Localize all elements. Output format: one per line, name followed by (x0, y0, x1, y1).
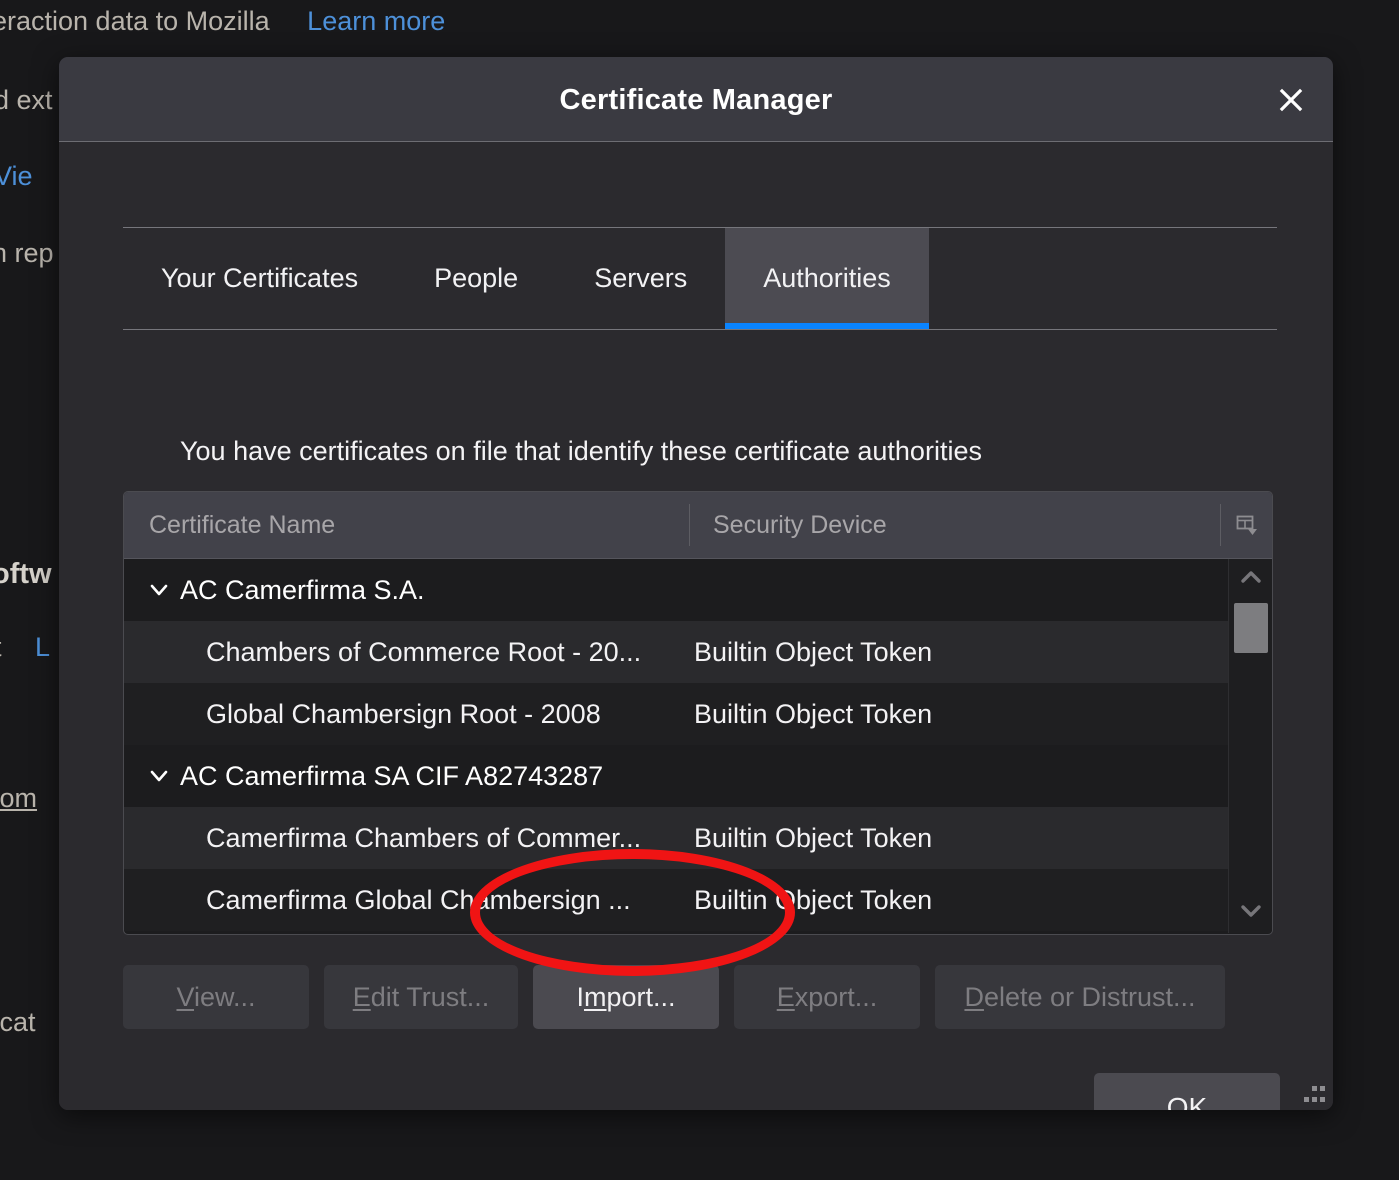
column-header-certificate-name[interactable]: Certificate Name (124, 504, 690, 546)
action-button-row: View... Edit Trust... Import... Export..… (123, 965, 1273, 1029)
tab-servers[interactable]: Servers (556, 228, 725, 329)
table-row[interactable]: Camerfirma Global Chambersign ... Builti… (124, 869, 1272, 931)
cell-certificate-name: Global Chambersign Root - 2008 (206, 698, 601, 729)
page-title: Certificate Manager (559, 84, 833, 116)
export-button[interactable]: Export... (734, 965, 920, 1029)
list-scrollbar[interactable] (1228, 559, 1272, 933)
tabstrip: Your Certificates People Servers Authori… (123, 227, 1277, 330)
table-row[interactable]: Camerfirma Chambers of Commer... Builtin… (124, 807, 1272, 869)
table-rows: AC Camerfirma S.A. Chambers of Commerce … (124, 559, 1272, 933)
column-header-security-device[interactable]: Security Device (690, 504, 1220, 546)
dialog-body: Your Certificates People Servers Authori… (59, 142, 1333, 1110)
cell-certificate-name: Camerfirma Chambers of Commer... (206, 822, 642, 853)
edit-trust-button[interactable]: Edit Trust... (324, 965, 518, 1029)
cell-security-device: Builtin Object Token (694, 636, 933, 667)
close-button[interactable] (1269, 78, 1313, 122)
cell-certificate-name: Chambers of Commerce Root - 20... (206, 636, 642, 667)
bg-text-extensions: d ext (0, 85, 53, 115)
tab-your-certificates[interactable]: Your Certificates (123, 228, 396, 329)
close-icon (1278, 87, 1304, 113)
delete-or-distrust-button[interactable]: Delete or Distrust... (935, 965, 1225, 1029)
import-button[interactable]: Import... (533, 965, 719, 1029)
ok-button[interactable]: OK (1094, 1073, 1280, 1110)
table-row[interactable]: AC Camerfirma S.A. (124, 559, 1272, 621)
group-name: AC Camerfirma SA CIF A82743287 (180, 760, 604, 791)
scroll-up-button[interactable] (1229, 559, 1272, 599)
certificate-tree: Certificate Name Security Device AC Came… (123, 491, 1273, 935)
scroll-down-button[interactable] (1229, 893, 1272, 933)
chevron-down-icon[interactable] (142, 765, 176, 787)
chevron-up-icon (1240, 569, 1262, 590)
dialog-titlebar: Certificate Manager (59, 57, 1333, 142)
learn-more-link[interactable]: Learn more (307, 6, 445, 36)
table-row[interactable]: AC Camerfirma SA CIF A82743287 (124, 745, 1272, 807)
table-row[interactable]: Chambers of Commerce Root - 20... Builti… (124, 621, 1272, 683)
bg-link-learn[interactable]: L (35, 632, 50, 662)
bg-link-view[interactable]: Vie (0, 161, 33, 192)
table-row[interactable]: Global Chambersign Root - 2008 Builtin O… (124, 683, 1272, 745)
bg-text-report: n rep (0, 238, 54, 268)
bg-text: t (0, 632, 2, 662)
view-button[interactable]: View... (123, 965, 309, 1029)
bg-text: eraction data to Mozilla (0, 6, 270, 36)
cell-security-device: Builtin Object Token (694, 698, 933, 729)
tabstrip-filler (929, 228, 1277, 329)
bg-link-com[interactable]: com (0, 783, 37, 814)
cell-certificate-name: Camerfirma Global Chambersign ... (206, 884, 631, 915)
bg-text-updates: t L (0, 632, 50, 663)
chevron-down-icon (1240, 903, 1262, 924)
cell-security-device: Builtin Object Token (694, 884, 933, 915)
resize-grip-icon[interactable] (1303, 1080, 1325, 1102)
cell-security-device: Builtin Object Token (694, 822, 933, 853)
tab-people[interactable]: People (396, 228, 556, 329)
bg-text-telemetry: eraction data to Mozilla Learn more (0, 6, 445, 37)
scrollbar-thumb[interactable] (1234, 603, 1268, 653)
certificate-manager-dialog: Certificate Manager Your Certificates Pe… (59, 57, 1333, 1110)
bg-text-certificates: ficat (0, 1007, 36, 1037)
panel-description: You have certificates on file that ident… (180, 436, 982, 466)
bg-heading-software: oftw (0, 558, 52, 590)
tab-authorities[interactable]: Authorities (725, 228, 929, 329)
column-picker-icon[interactable] (1220, 504, 1272, 546)
table-header-row: Certificate Name Security Device (124, 492, 1272, 559)
chevron-down-icon[interactable] (142, 579, 176, 601)
group-name: AC Camerfirma S.A. (180, 574, 425, 605)
